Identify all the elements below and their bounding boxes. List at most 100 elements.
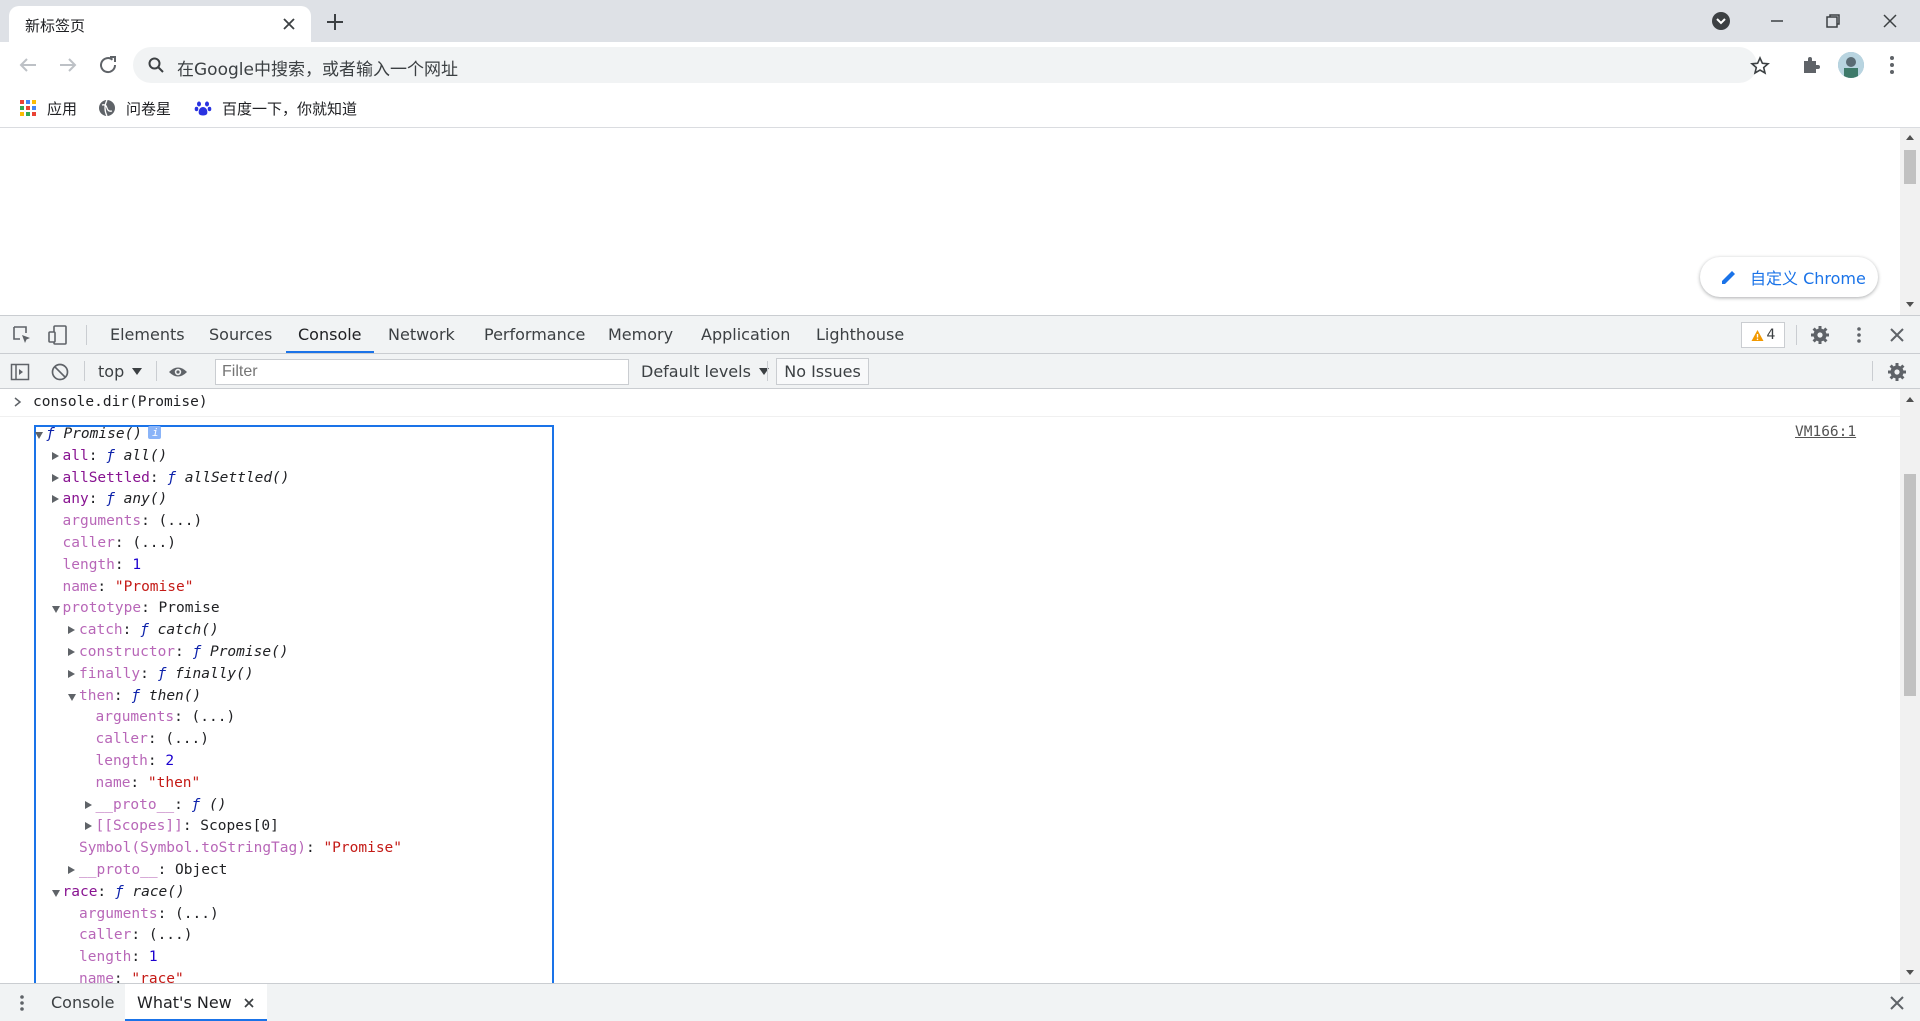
expand-triangle-closed-icon[interactable]	[68, 648, 75, 656]
tree-token: :	[88, 491, 107, 508]
forward-arrow-icon[interactable]	[54, 51, 82, 79]
pencil-icon	[1722, 271, 1735, 284]
page-scrollbar[interactable]	[1900, 128, 1920, 315]
tab-performance[interactable]: Performance	[482, 316, 587, 353]
drawer-tab-whats-new[interactable]: What's New	[125, 984, 267, 1021]
expand-triangle-closed-icon[interactable]	[51, 473, 59, 482]
tab-network[interactable]: Network	[386, 316, 457, 353]
tree-token: :	[130, 774, 148, 791]
bookmark-baidu[interactable]: 百度一下，你就知道	[194, 97, 357, 119]
tree-token: :	[114, 556, 133, 573]
expand-triangle-open-icon[interactable]	[68, 693, 76, 701]
tree-token: name	[95, 774, 131, 791]
expand-triangle-open-icon[interactable]	[51, 606, 60, 614]
devtools-close-icon[interactable]	[1887, 325, 1907, 345]
log-levels-dropdown[interactable]: Default levels	[641, 362, 769, 381]
console-settings-gear-icon[interactable]	[1887, 362, 1907, 382]
tab-console[interactable]: Console	[286, 316, 373, 353]
console-toolbar: top Default levels No Issues	[0, 354, 1920, 389]
tree-row[interactable]: ƒ Promise()	[35, 422, 162, 445]
tree-token: then	[79, 687, 114, 704]
tree-row: arguments: (...)	[96, 706, 236, 728]
inspect-element-icon[interactable]	[12, 325, 32, 345]
new-tab-plus-icon[interactable]	[322, 9, 348, 35]
expand-triangle-closed-icon[interactable]	[84, 800, 92, 809]
tab-sources[interactable]: Sources	[207, 316, 274, 353]
device-toolbar-icon[interactable]	[48, 325, 68, 345]
tree-row[interactable]: then: ƒ then()	[68, 685, 201, 707]
chrome-menu-icon[interactable]	[1880, 53, 1904, 77]
tree-row[interactable]: catch: ƒ catch()	[68, 619, 219, 641]
drawer-menu-icon[interactable]	[12, 993, 32, 1013]
console-output[interactable]: console.dir(Promise) VM166:1 ƒ Promise()…	[0, 389, 1900, 983]
console-scroll-thumb[interactable]	[1904, 474, 1916, 696]
scroll-up-arrow-icon[interactable]	[1905, 395, 1915, 403]
page-scroll-thumb[interactable]	[1904, 150, 1916, 184]
scroll-down-arrow-icon[interactable]	[1905, 301, 1915, 309]
browser-tab[interactable]: 新标签页	[9, 6, 311, 42]
console-scrollbar[interactable]	[1900, 389, 1920, 983]
tree-row[interactable]: __proto__: Object	[68, 859, 227, 881]
minimize-icon[interactable]	[1764, 8, 1790, 34]
bookmark-label: 百度一下，你就知道	[222, 99, 358, 118]
tree-row[interactable]: constructor: ƒ Promise()	[68, 641, 289, 663]
sidebar-toggle-icon[interactable]	[10, 362, 30, 382]
devtools-menu-icon[interactable]	[1849, 325, 1869, 345]
tree-token: Promise()	[209, 644, 289, 660]
live-expression-eye-icon[interactable]	[168, 362, 188, 382]
tree-token: :	[174, 796, 192, 813]
tree-row[interactable]: finally: ƒ finally()	[68, 663, 254, 685]
expand-triangle-closed-icon[interactable]	[68, 669, 75, 678]
expand-triangle-open-icon[interactable]	[51, 889, 60, 897]
tree-row[interactable]: any: ƒ any()	[51, 488, 167, 510]
settings-gear-icon[interactable]	[1810, 325, 1830, 345]
expand-triangle-closed-icon[interactable]	[51, 451, 59, 460]
profile-avatar[interactable]	[1838, 52, 1864, 78]
back-arrow-icon[interactable]	[14, 51, 42, 79]
source-location-link[interactable]: VM166:1	[1795, 424, 1856, 440]
close-tab-icon[interactable]	[243, 997, 255, 1009]
drawer-tab-console[interactable]: Console	[51, 984, 115, 1021]
bookmark-wenjuanxing[interactable]: 问卷星	[98, 97, 171, 119]
tree-row[interactable]: [[Scopes]]: Scopes[0]	[84, 815, 279, 837]
tab-memory[interactable]: Memory	[606, 316, 675, 353]
tree-row: caller: (...)	[96, 728, 210, 750]
expand-triangle-open-icon[interactable]	[35, 432, 43, 439]
address-bar[interactable]: 在Google中搜索，或者输入一个网址	[133, 47, 1770, 83]
scroll-down-arrow-icon[interactable]	[1905, 969, 1915, 977]
expand-triangle-closed-icon[interactable]	[68, 866, 75, 874]
tree-row: arguments: (...)	[79, 903, 219, 925]
tab-elements[interactable]: Elements	[108, 316, 187, 353]
drawer-tab-label: What's New	[137, 993, 232, 1012]
tree-row[interactable]: race: ƒ race()	[51, 881, 185, 903]
extensions-puzzle-icon[interactable]	[1800, 53, 1824, 77]
tree-row[interactable]: all: ƒ all()	[51, 445, 167, 467]
scroll-up-arrow-icon[interactable]	[1905, 133, 1915, 141]
warnings-badge[interactable]: 4	[1741, 322, 1785, 348]
tree-row[interactable]: allSettled: ƒ allSettled()	[51, 467, 290, 489]
expand-triangle-closed-icon[interactable]	[68, 626, 75, 635]
tab-close-icon[interactable]	[279, 14, 299, 34]
console-filter-input[interactable]	[215, 359, 629, 385]
tree-row[interactable]: __proto__: ƒ ()	[84, 794, 226, 816]
tree-token: :	[147, 753, 166, 769]
bookmark-star-icon[interactable]	[1750, 56, 1770, 76]
expand-triangle-closed-icon[interactable]	[84, 822, 92, 831]
customize-chrome-button[interactable]: 自定义 Chrome	[1700, 257, 1878, 297]
tab-lighthouse[interactable]: Lighthouse	[814, 316, 906, 353]
issues-button[interactable]: No Issues	[776, 358, 869, 385]
context-selector[interactable]: top	[98, 362, 143, 381]
restore-icon[interactable]	[1820, 8, 1846, 34]
info-icon[interactable]	[148, 422, 162, 444]
reload-icon[interactable]	[94, 51, 122, 79]
expand-triangle-closed-icon[interactable]	[51, 495, 59, 504]
tab-application[interactable]: Application	[699, 316, 792, 353]
tab-search-icon[interactable]	[1708, 8, 1734, 34]
bookmark-apps[interactable]: 应用	[19, 97, 77, 119]
clear-console-icon[interactable]	[50, 362, 70, 382]
tree-token: allSettled	[62, 469, 150, 486]
tree-row[interactable]: prototype: Promise	[51, 597, 220, 619]
drawer-close-icon[interactable]	[1887, 993, 1907, 1013]
toolbar-divider	[1872, 361, 1873, 381]
window-close-icon[interactable]	[1877, 8, 1903, 34]
